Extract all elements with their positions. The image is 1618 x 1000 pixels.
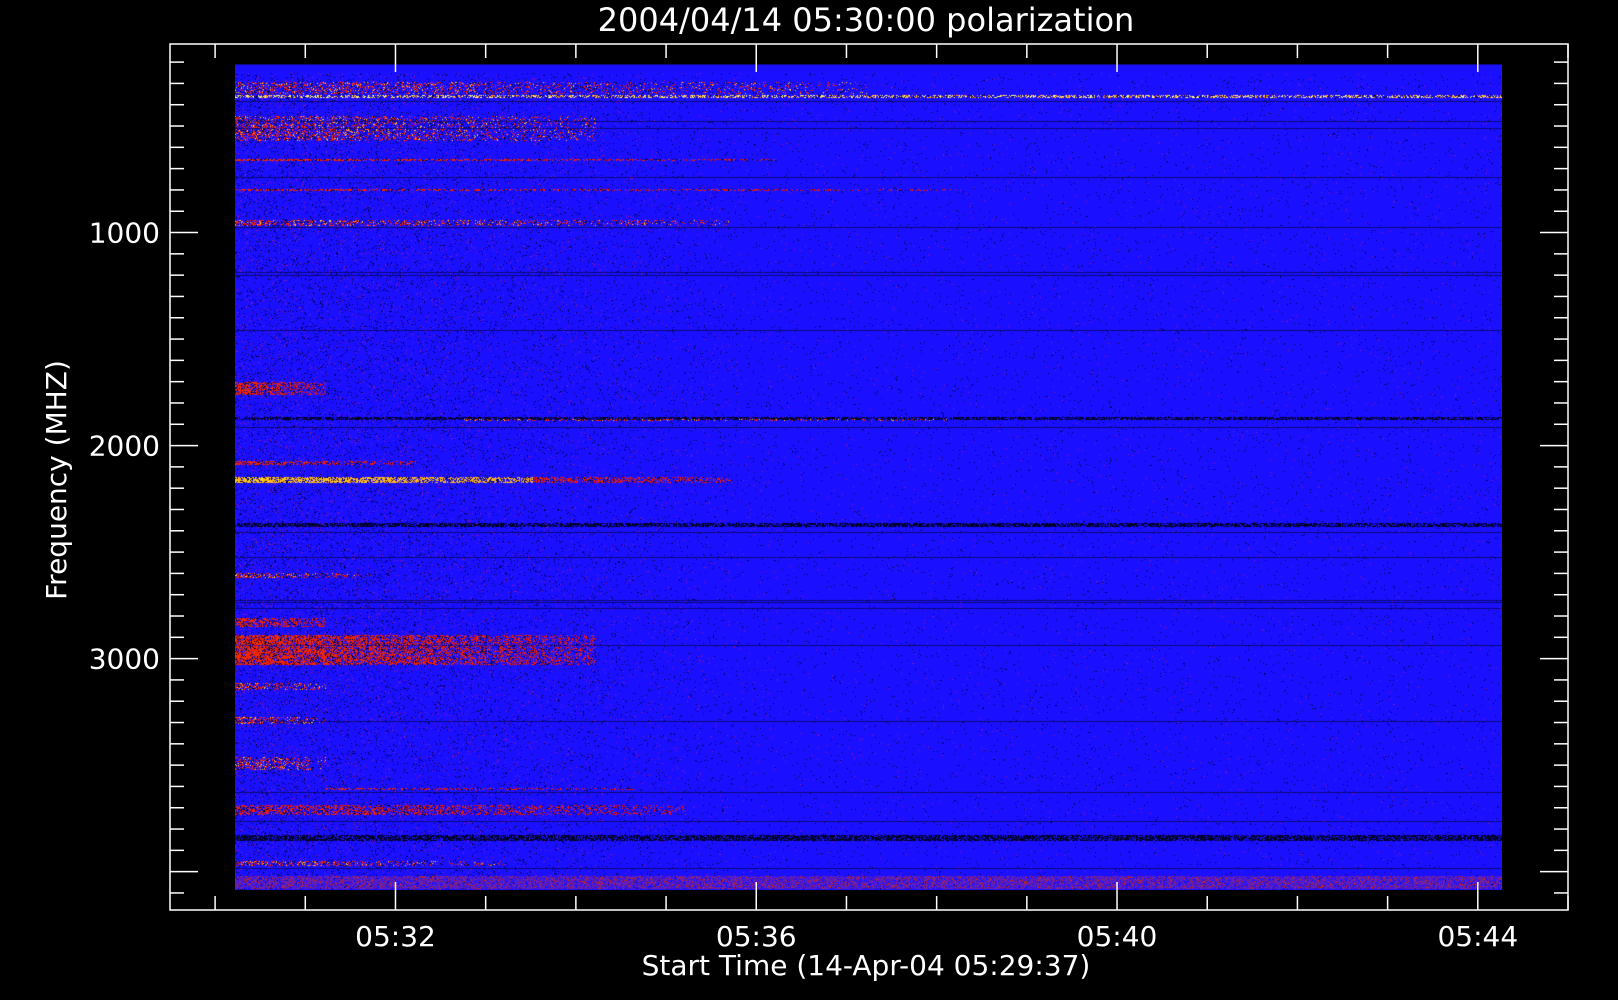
- heatmap-image: [235, 64, 1502, 890]
- x-tick-label: 05:32: [355, 920, 436, 953]
- y-axis-label: Frequency (MHZ): [40, 360, 73, 600]
- heatmap-canvas-holder: [235, 64, 1502, 890]
- x-tick-label: 05:44: [1437, 920, 1518, 953]
- x-axis-label: Start Time (14-Apr-04 05:29:37): [642, 949, 1091, 982]
- heatmap-canvas: [235, 64, 1502, 890]
- spectrogram-chart: 2004/04/14 05:30:00 polarization 1000 20…: [40, 1, 1569, 982]
- y-tick-label: 3000: [89, 643, 160, 676]
- y-tick-labels: 1000 2000 3000: [89, 217, 160, 676]
- y-tick-label: 2000: [89, 430, 160, 463]
- y-tick-label: 1000: [89, 217, 160, 250]
- chart-title: 2004/04/14 05:30:00 polarization: [598, 1, 1135, 39]
